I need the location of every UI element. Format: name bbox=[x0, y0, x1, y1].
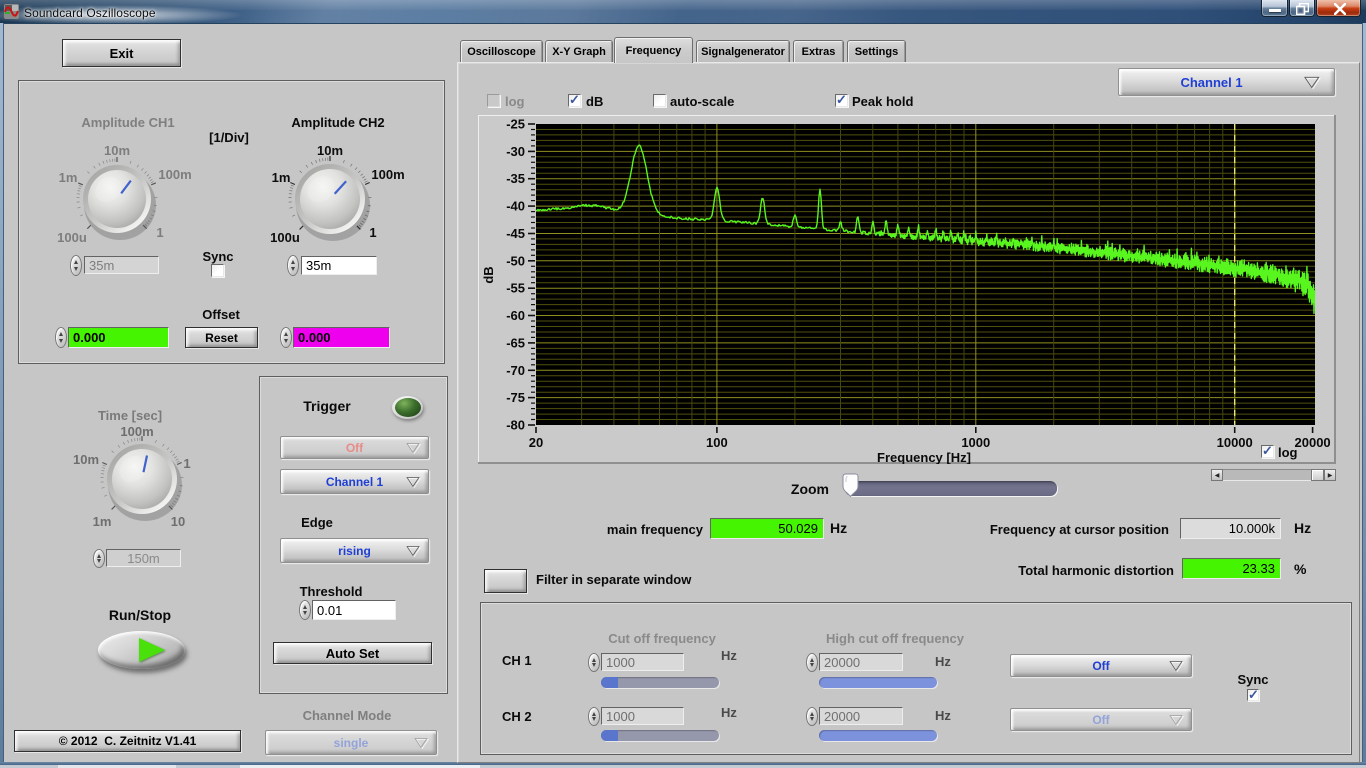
svg-text:-25: -25 bbox=[506, 117, 525, 132]
svg-text:1000: 1000 bbox=[961, 435, 990, 450]
svg-text:-70: -70 bbox=[506, 363, 525, 378]
svg-text:dB: dB bbox=[481, 266, 496, 283]
svg-text:-45: -45 bbox=[506, 226, 525, 241]
svg-text:100: 100 bbox=[706, 435, 728, 450]
svg-text:-55: -55 bbox=[506, 281, 525, 296]
svg-text:-75: -75 bbox=[506, 390, 525, 405]
svg-text:10000: 10000 bbox=[1217, 435, 1253, 450]
svg-text:-80: -80 bbox=[506, 418, 525, 433]
svg-text:20000: 20000 bbox=[1295, 435, 1331, 450]
svg-text:-30: -30 bbox=[506, 144, 525, 159]
svg-text:20: 20 bbox=[529, 435, 543, 450]
svg-text:-35: -35 bbox=[506, 171, 525, 186]
svg-text:Frequency [Hz]: Frequency [Hz] bbox=[877, 450, 971, 464]
svg-text:-40: -40 bbox=[506, 199, 525, 214]
svg-text:-50: -50 bbox=[506, 253, 525, 268]
svg-text:-60: -60 bbox=[506, 308, 525, 323]
svg-text:-65: -65 bbox=[506, 335, 525, 350]
